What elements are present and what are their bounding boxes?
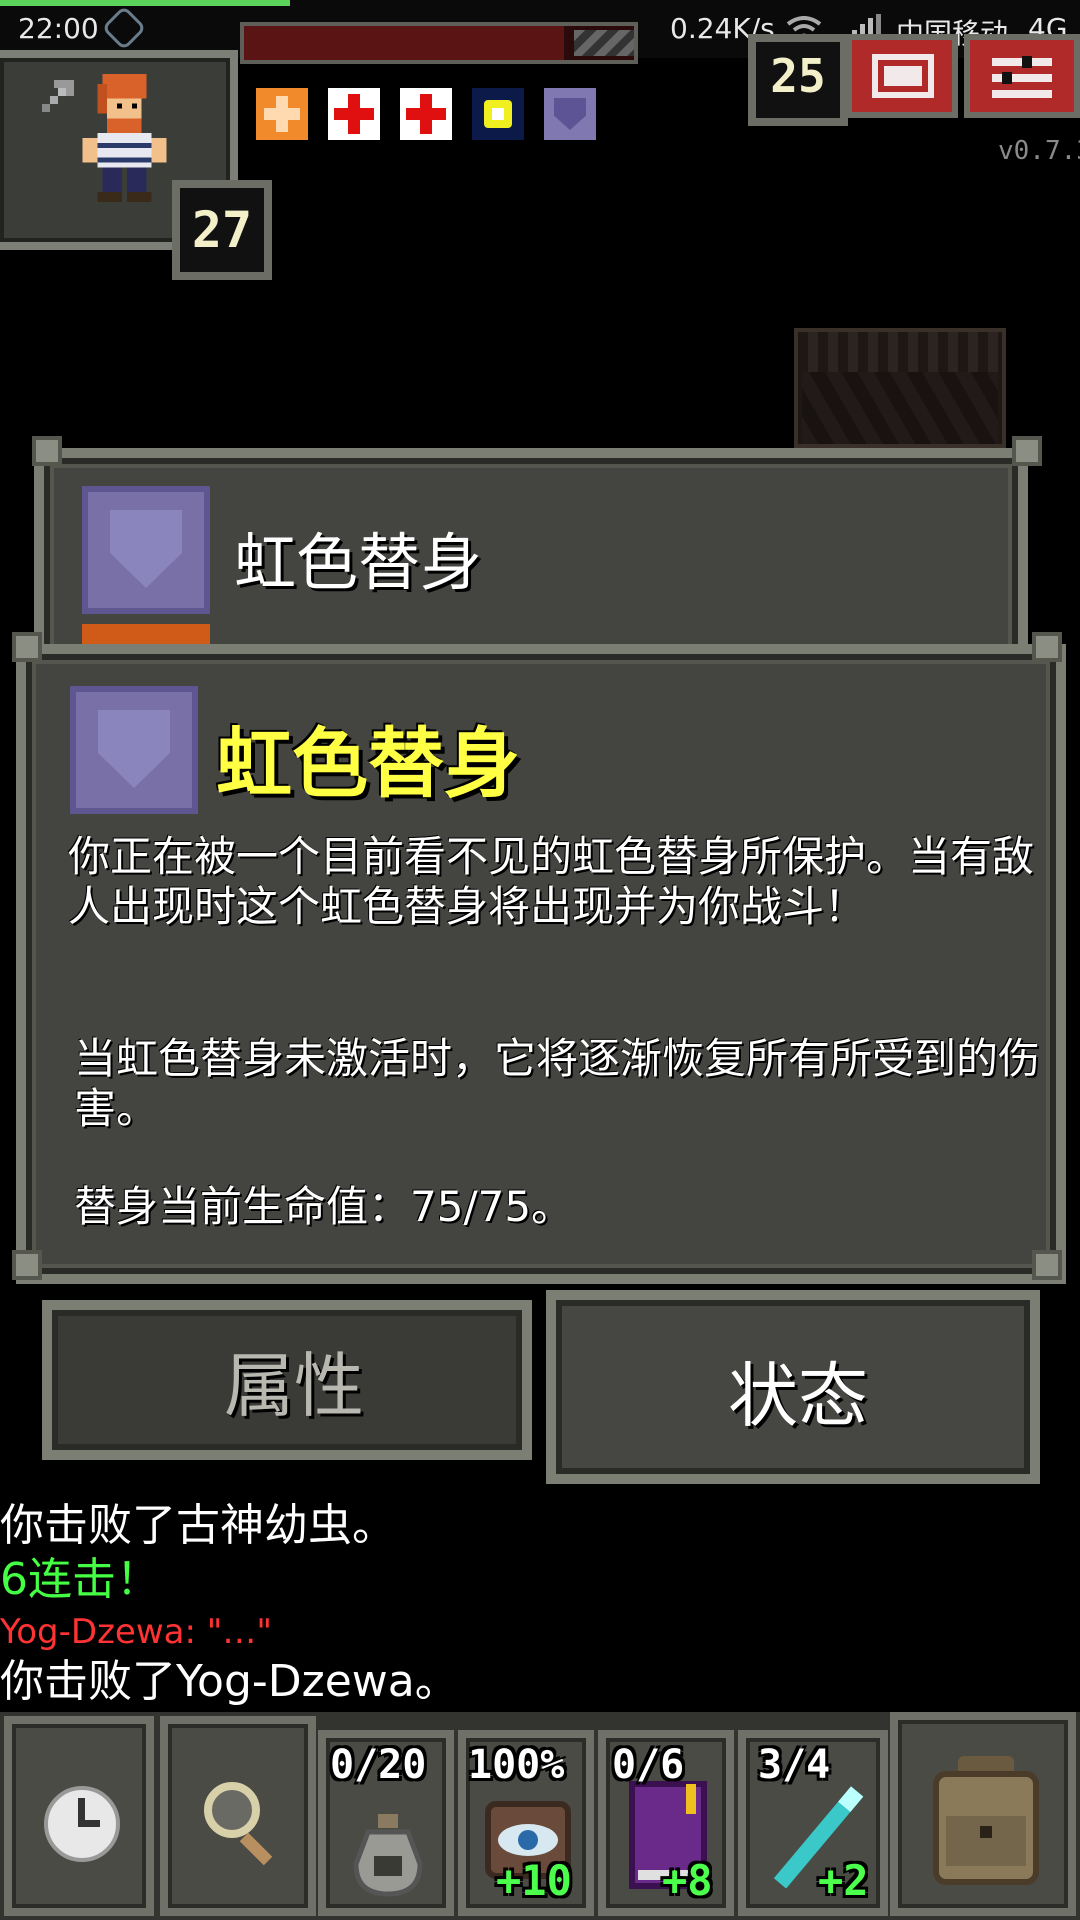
quickslot-1[interactable]: 0/20 [318,1730,454,1916]
inventory-button[interactable] [890,1712,1076,1916]
quickslot-3-count: 0/6 [612,1742,685,1788]
window-corner [32,436,62,466]
buff-description-1: 你正在被一个目前看不见的虹色替身所保护。当有敌人出现时这个虹色替身将出现并为你战… [68,832,1035,931]
quickslot-3-bonus: +8 [662,1856,713,1905]
rainbow-guardian-title-icon [70,686,198,814]
quickslot-2-bonus: +10 [496,1856,572,1905]
magnifier-icon [196,1774,292,1870]
window-corner [12,632,42,662]
hp-bar-fill [244,26,564,60]
window-corner [1012,436,1042,466]
hero-sprite [72,74,172,202]
guardian-hp-text: 替身当前生命值：75/75。 [74,1182,574,1231]
log-line: 你击败了古神幼虫。 [0,1500,396,1551]
dungeon-bookshelf-tile [794,328,1006,448]
heal-icon-2 [400,88,452,140]
hero-level: 27 [191,201,253,259]
rainbow-guardian-large-icon [82,486,210,614]
quickslot-4-count: 3/4 [758,1742,831,1788]
quickslot-4-bonus: +2 [818,1856,869,1905]
bless-icon [256,88,308,140]
journal-icon [872,54,934,98]
hp-bar [240,22,638,64]
hp-bar-edge [574,30,634,56]
light-icon [472,88,524,140]
log-line: Yog-Dzewa: "…" [0,1612,273,1652]
hero-level-badge: 27 [172,180,272,280]
buff-title: 虹色替身 [216,719,520,808]
menu-button[interactable] [964,34,1080,118]
window-corner [1032,632,1062,662]
buff-info-window: 虹色替身 你正在被一个目前看不见的虹色替身所保护。当有敌人出现时这个虹色替身将出… [16,644,1066,1284]
tab-status[interactable]: 状态 [546,1290,1040,1484]
depth-indicator[interactable]: 25 [748,34,848,126]
tab-stats-label: 属性 [224,1345,364,1427]
journal-button[interactable] [846,34,958,118]
clock-icon [42,1784,122,1864]
heal-icon [328,88,380,140]
log-line: 你击败了Yog-Dzewa。 [0,1656,459,1707]
back-window: 虹色替身 [34,448,1028,674]
quickslot-2[interactable]: 100% +10 [458,1730,594,1916]
back-window-title: 虹色替身 [234,526,483,599]
depth-value: 25 [770,49,826,103]
app-notification-icon [101,5,147,51]
clock: 22:00 [18,12,99,45]
log-line: 6连击！ [0,1554,160,1605]
backpack-icon [928,1756,1044,1886]
menu-icon [992,56,1052,100]
quickslot-4[interactable]: 3/4 +2 [738,1730,888,1916]
quickslot-2-count: 100% [468,1742,565,1788]
tab-status-label: 状态 [728,1355,868,1437]
game-version: v0.7.3 [998,136,1080,166]
tab-stats[interactable]: 属性 [42,1300,532,1460]
window-corner [12,1250,42,1280]
progress-strip [0,0,290,6]
waterskin-icon [350,1814,426,1898]
window-corner [1032,1250,1062,1280]
wait-button[interactable] [4,1716,154,1916]
rainbow-guardian-icon [544,88,596,140]
buff-description-2: 当虹色替身未激活时，它将逐渐恢复所有所受到的伤害。 [74,1034,1041,1133]
icon-pedestal [82,624,210,644]
quickslot-3[interactable]: 0/6 +8 [598,1730,734,1916]
search-button[interactable] [160,1716,316,1916]
quickslot-1-count: 0/20 [330,1742,427,1788]
